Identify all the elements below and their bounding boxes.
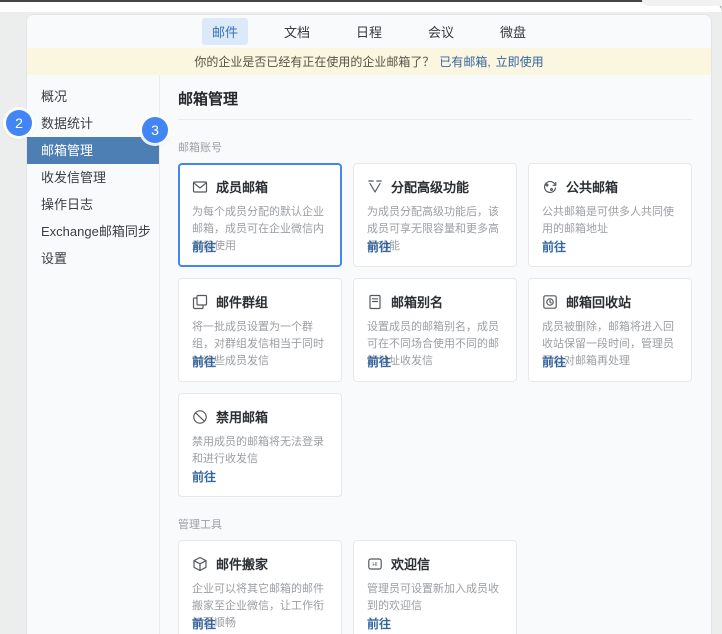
tab-drive[interactable]: 微盘: [490, 18, 536, 45]
card-title: 成员邮箱: [216, 177, 268, 196]
account-cards-grid: 成员邮箱 为每个成员分配的默认企业邮箱，成员可在企业微信内直接使用 前往 分配高…: [178, 163, 692, 497]
card-head: 邮件搬家: [192, 554, 328, 573]
card-head: 禁用邮箱: [192, 407, 328, 426]
go-link[interactable]: 前往: [367, 615, 391, 632]
card-head: 公共邮箱: [542, 177, 678, 196]
go-link[interactable]: 前往: [367, 353, 391, 370]
go-link[interactable]: 前往: [542, 353, 566, 370]
card-public-mailbox[interactable]: 公共邮箱 公共邮箱是可供多人共同使用的邮箱地址 前往: [528, 163, 692, 267]
sidebar-item-settings[interactable]: 设置: [27, 245, 159, 272]
notice-text: 你的企业是否已经有正在使用的企业邮箱了？: [194, 53, 434, 70]
card-desc: 管理员可设置新加入成员收到的欢迎信: [367, 581, 503, 615]
package-icon: [192, 556, 208, 572]
divider: [178, 119, 692, 120]
card-title: 欢迎信: [391, 554, 430, 573]
card-member-mailbox[interactable]: 成员邮箱 为每个成员分配的默认企业邮箱，成员可在企业微信内直接使用 前往: [178, 163, 342, 267]
sidebar-item-exchange-sync[interactable]: Exchange邮箱同步: [27, 218, 159, 245]
card-head: 分配高级功能: [367, 177, 503, 196]
sidebar-item-mailbox-management[interactable]: 邮箱管理: [27, 137, 159, 164]
go-link[interactable]: 前往: [192, 353, 216, 370]
card-advanced-features[interactable]: 分配高级功能 为成员分配高级功能后，该成员可享无限容量和更多高级功能 前往: [353, 163, 517, 267]
tab-mail[interactable]: 邮件: [202, 18, 248, 45]
card-head: 邮箱回收站: [542, 292, 678, 311]
card-desc: 公共邮箱是可供多人共同使用的邮箱地址: [542, 204, 678, 238]
card-desc: 禁用成员的邮箱将无法登录和进行收发信: [192, 434, 328, 468]
card-title: 邮箱别名: [391, 292, 443, 311]
card-title: 邮箱回收站: [566, 292, 631, 311]
sidebar-item-send-receive[interactable]: 收发信管理: [27, 164, 159, 191]
tab-docs[interactable]: 文档: [274, 18, 320, 45]
go-link[interactable]: 前往: [367, 238, 391, 255]
card-title: 分配高级功能: [391, 177, 469, 196]
disabled-icon: [192, 409, 208, 425]
card-mail-migration[interactable]: 邮件搬家 企业可以将其它邮箱的邮件搬家至企业微信，让工作衔接更顺畅 前往: [178, 540, 342, 634]
sidebar-item-overview[interactable]: 概况: [27, 83, 159, 110]
sidebar: 概况 数据统计 邮箱管理 收发信管理 操作日志 Exchange邮箱同步 设置: [27, 75, 160, 634]
step-badge-3: 3: [142, 117, 168, 143]
card-title: 邮件搬家: [216, 554, 268, 573]
card-head: HI 欢迎信: [367, 554, 503, 573]
svg-text:HI: HI: [372, 562, 377, 568]
tab-meeting[interactable]: 会议: [418, 18, 464, 45]
advanced-features-icon: [367, 179, 383, 195]
section-accounts-label: 邮箱账号: [178, 139, 692, 155]
recycle-icon: [542, 294, 558, 310]
go-link[interactable]: 前往: [542, 238, 566, 255]
public-mailbox-icon: [542, 179, 558, 195]
sidebar-item-operation-log[interactable]: 操作日志: [27, 191, 159, 218]
welcome-letter-icon: HI: [367, 556, 383, 572]
card-title: 邮件群组: [216, 292, 268, 311]
content-area: 概况 数据统计 邮箱管理 收发信管理 操作日志 Exchange邮箱同步 设置 …: [27, 75, 711, 634]
main-content: 邮箱管理 邮箱账号 成员邮箱 为每个成员分配的默认企业邮箱，成员可在企业微信内直…: [160, 75, 711, 634]
go-link[interactable]: 前往: [192, 468, 216, 485]
sidebar-item-statistics[interactable]: 数据统计: [27, 110, 159, 137]
step-badge-2: 2: [6, 110, 32, 136]
app-panel: 邮件 文档 日程 会议 微盘 你的企业是否已经有正在使用的企业邮箱了？ 已有邮箱…: [27, 15, 711, 634]
card-head: 邮箱别名: [367, 292, 503, 311]
use-now-link[interactable]: 立即使用: [496, 53, 544, 70]
go-link[interactable]: 前往: [192, 615, 216, 632]
go-link[interactable]: 前往: [192, 238, 216, 255]
has-mailbox-link[interactable]: 已有邮箱,: [439, 53, 490, 70]
card-head: 邮件群组: [192, 292, 328, 311]
mail-group-icon: [192, 294, 208, 310]
card-head: 成员邮箱: [192, 177, 328, 196]
card-welcome-letter[interactable]: HI 欢迎信 管理员可设置新加入成员收到的欢迎信 前往: [353, 540, 517, 634]
page-title: 邮箱管理: [178, 88, 692, 109]
browser-window-top-edge: [0, 0, 722, 12]
notice-bar: 你的企业是否已经有正在使用的企业邮箱了？ 已有邮箱, 立即使用: [27, 48, 711, 75]
card-title: 公共邮箱: [566, 177, 618, 196]
card-disabled-mailbox[interactable]: 禁用邮箱 禁用成员的邮箱将无法登录和进行收发信 前往: [178, 393, 342, 497]
card-mailbox-alias[interactable]: 邮箱别名 设置成员的邮箱别名，成员可在不同场合使用不同的邮箱地址收发信 前往: [353, 278, 517, 382]
envelope-icon: [192, 179, 208, 195]
card-mail-group[interactable]: 邮件群组 将一批成员设置为一个群组，对群组发信相当于同时对这些成员发信 前往: [178, 278, 342, 382]
top-nav-tabs: 邮件 文档 日程 会议 微盘: [27, 15, 711, 48]
card-title: 禁用邮箱: [216, 407, 268, 426]
alias-icon: [367, 294, 383, 310]
section-tools-label: 管理工具: [178, 516, 692, 532]
tab-calendar[interactable]: 日程: [346, 18, 392, 45]
window-corner: [642, 0, 722, 6]
tools-cards-grid: 邮件搬家 企业可以将其它邮箱的邮件搬家至企业微信，让工作衔接更顺畅 前往 HI …: [178, 540, 692, 634]
card-mailbox-recycle[interactable]: 邮箱回收站 成员被删除，邮箱将进入回收站保留一段时间，管理员可以对邮箱再处理 前…: [528, 278, 692, 382]
